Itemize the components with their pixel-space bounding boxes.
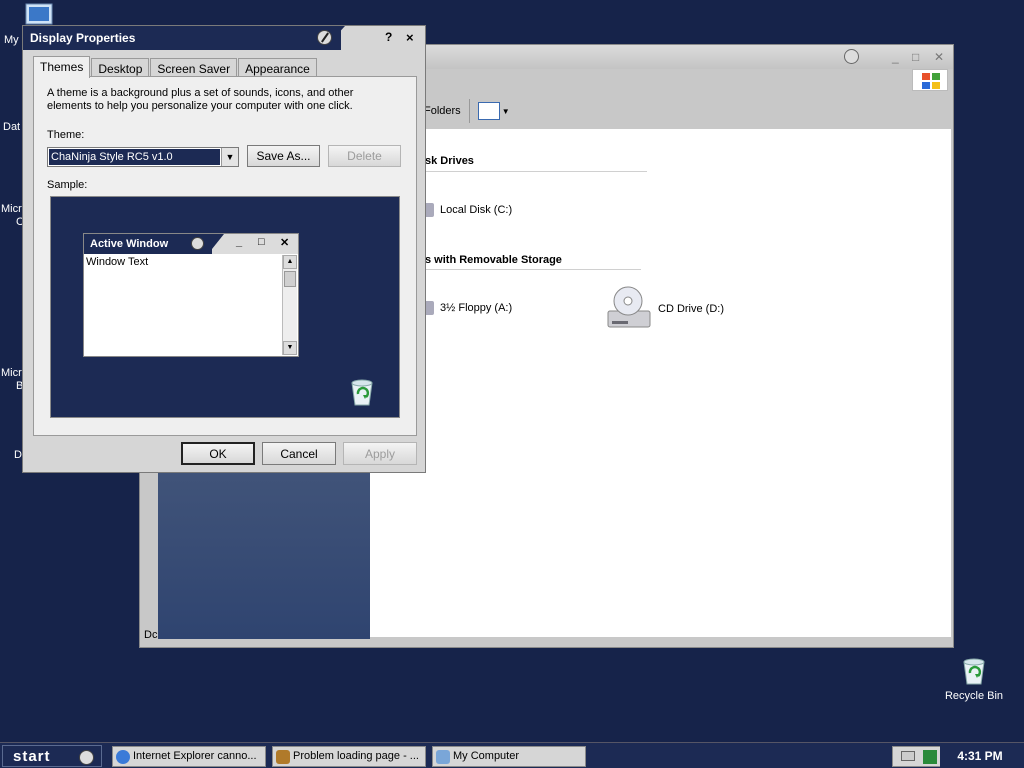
dialog-title[interactable]: Display Properties (23, 26, 341, 50)
desktop-icon-recycle-bin[interactable]: Recycle Bin (942, 656, 1006, 702)
desktop-icon-label[interactable]: Micr (1, 203, 22, 215)
taskbar-item-my-computer[interactable]: My Computer (432, 746, 586, 767)
close-button[interactable]: × (406, 30, 414, 45)
cd-drive-label: CD Drive (D:) (658, 303, 724, 315)
taskbar-item-internet-explorer[interactable]: Internet Explorer canno... (112, 746, 266, 767)
local-disk-item[interactable]: Local Disk (C:) (422, 203, 512, 217)
maximize-icon: □ (258, 236, 265, 248)
close-icon[interactable]: ✕ (934, 50, 944, 64)
dialog-tabs: Themes Desktop Screen Saver Appearance (33, 56, 318, 78)
keyboard-icon[interactable] (901, 751, 915, 761)
status-bar-text: Dc (144, 629, 158, 641)
tab-desktop[interactable]: Desktop (91, 58, 150, 78)
apply-button[interactable]: Apply (343, 442, 417, 465)
tab-themes[interactable]: Themes (33, 56, 91, 78)
desktop-icon-label[interactable]: Micr (1, 367, 22, 379)
taskbar-item-problem-loading[interactable]: Problem loading page - ... (272, 746, 426, 767)
themes-description: A theme is a background plus a set of so… (47, 87, 354, 112)
toolbar-separator (468, 99, 470, 123)
browser-icon (276, 750, 290, 764)
start-button[interactable]: start (2, 745, 102, 767)
theme-knob-icon (191, 237, 204, 250)
explorer-task-pane (158, 457, 370, 639)
scrollbar-thumb (284, 271, 296, 287)
sample-label: Sample: (47, 179, 88, 191)
recycle-bin-label: Recycle Bin (944, 690, 1004, 702)
cd-drive-icon (607, 286, 651, 328)
sample-window-text: Window Text (86, 256, 149, 268)
desktop-icon-label[interactable]: D (14, 449, 22, 461)
sample-title-tail (208, 234, 224, 254)
taskbar-item-label: My Computer (453, 750, 520, 762)
cancel-button[interactable]: Cancel (262, 442, 336, 465)
chevron-down-icon[interactable]: ▼ (502, 107, 510, 116)
taskbar: start Internet Explorer canno... Problem… (0, 742, 1024, 768)
minimize-icon: _ (236, 236, 243, 248)
tab-screen-saver[interactable]: Screen Saver (150, 58, 238, 78)
chevron-down-icon: ▼ (283, 341, 297, 355)
start-knob-icon (79, 750, 94, 765)
close-icon: ✕ (280, 237, 290, 249)
network-icon[interactable] (923, 750, 937, 764)
ok-button[interactable]: OK (181, 442, 255, 465)
floppy-drive-label: 3½ Floppy (A:) (440, 302, 513, 314)
explorer-toolbar: Folders ▼ (416, 97, 510, 125)
sample-active-window: Active Window _ □ ✕ Window Text ▲ ▼ (83, 233, 299, 357)
section-hard-disk-drives: sk Drives (425, 155, 474, 167)
display-properties-dialog[interactable]: Display Properties ? × Themes Desktop Sc… (22, 25, 426, 473)
desktop-icon-label[interactable]: Dat (3, 121, 20, 133)
recycle-bin-icon (963, 658, 985, 685)
tab-appearance[interactable]: Appearance (238, 58, 317, 78)
theme-label: Theme: (47, 129, 85, 141)
themes-tab-panel: A theme is a background plus a set of so… (33, 76, 417, 436)
sample-scrollbar: ▲ ▼ (282, 255, 297, 355)
computer-icon (436, 750, 450, 764)
theme-knob-icon (317, 30, 332, 45)
help-button[interactable]: ? (385, 30, 392, 44)
folders-button[interactable]: Folders (424, 105, 461, 117)
theme-select-value: ChaNinja Style RC5 v1.0 (49, 149, 220, 165)
taskbar-item-label: Internet Explorer canno... (133, 750, 257, 762)
internet-explorer-icon (116, 750, 130, 764)
recycle-bin-icon (351, 379, 373, 406)
floppy-drive-item[interactable]: 3½ Floppy (A:) (422, 301, 512, 315)
explorer-theme-knob-icon (844, 49, 859, 64)
section-divider (425, 171, 647, 172)
sample-window-title-bar: Active Window _ □ ✕ (84, 234, 298, 254)
save-as-button[interactable]: Save As... (247, 145, 320, 167)
delete-button[interactable]: Delete (328, 145, 401, 167)
minimize-icon[interactable]: _ (892, 50, 899, 64)
chevron-down-icon[interactable]: ▼ (221, 148, 238, 166)
maximize-icon[interactable]: □ (912, 50, 919, 64)
theme-sample-preview: Active Window _ □ ✕ Window Text ▲ ▼ (50, 196, 400, 418)
taskbar-clock[interactable]: 4:31 PM (940, 745, 1020, 767)
cd-drive-item[interactable]: CD Drive (D:) (606, 285, 724, 333)
local-disk-label: Local Disk (C:) (440, 204, 513, 216)
chevron-up-icon: ▲ (283, 255, 297, 269)
theme-select[interactable]: ChaNinja Style RC5 v1.0 ▼ (47, 147, 239, 167)
section-divider (425, 269, 641, 270)
section-removable-storage: s with Removable Storage (425, 254, 562, 266)
taskbar-item-label: Problem loading page - ... (293, 750, 419, 762)
views-icon[interactable] (477, 102, 500, 120)
windows-logo-icon (912, 69, 948, 91)
start-label: start (13, 748, 51, 765)
